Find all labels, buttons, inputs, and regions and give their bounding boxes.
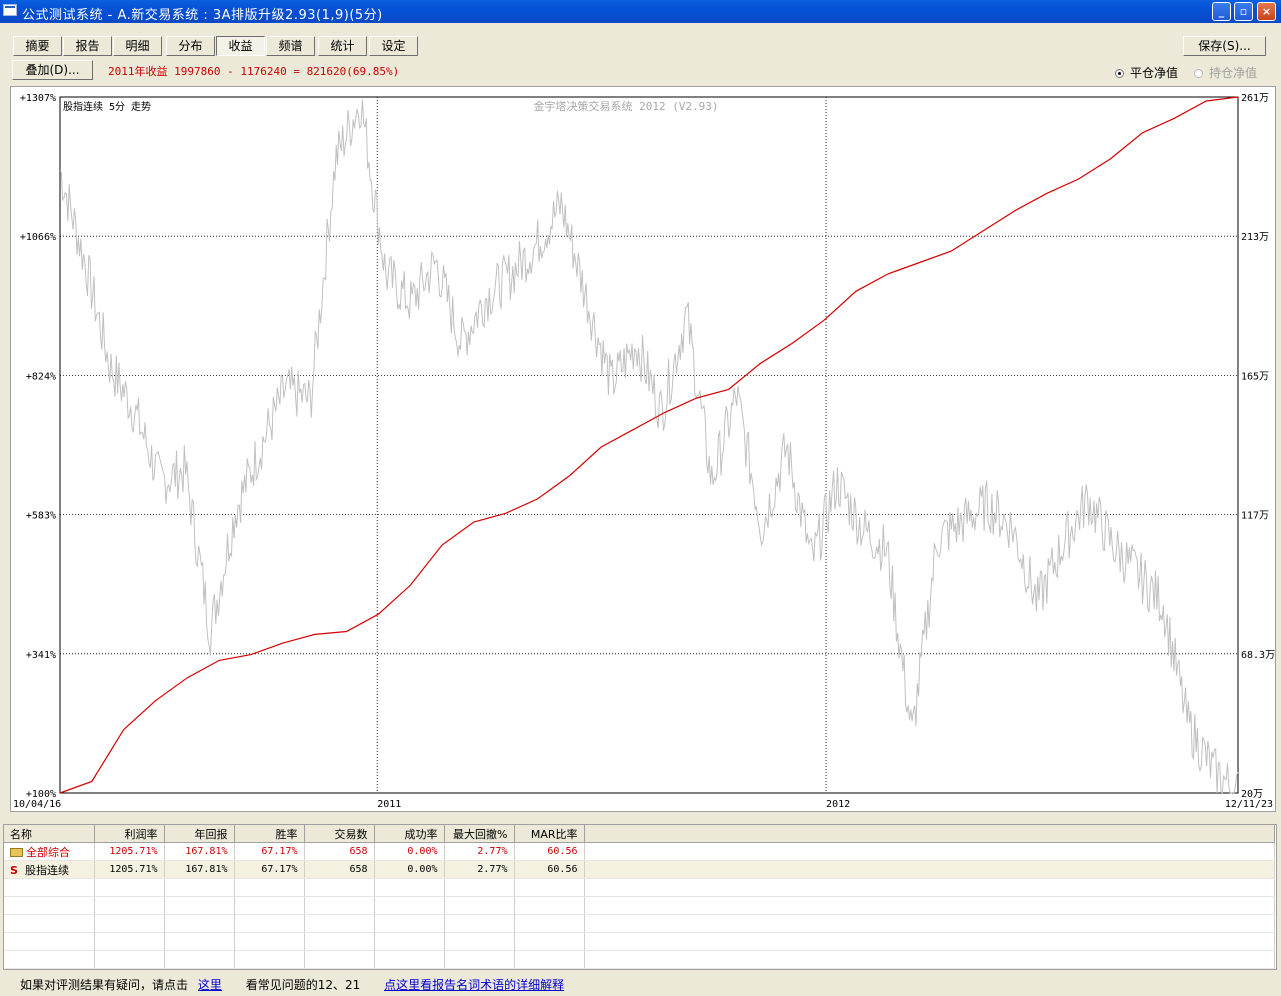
table-cell: 1205.71% (94, 860, 165, 879)
window-title: 公式测试系统 - A.新交易系统 : 3A排版升级2.93(1,9)(5分) (22, 8, 383, 23)
title-bar: 公式测试系统 - A.新交易系统 : 3A排版升级2.93(1,9)(5分) _… (0, 0, 1281, 23)
column-header[interactable]: MAR比率 (514, 825, 585, 843)
footer-middle: 看常见问题的12、21 (245, 978, 361, 992)
row-name: 全部综合 (26, 845, 70, 859)
close-button[interactable]: × (1257, 2, 1276, 21)
row-name-cell: 全部综合 (4, 842, 95, 861)
footer-prefix: 如果对评测结果有疑问，请点击 (20, 978, 189, 992)
faq-link[interactable]: 这里 (198, 978, 222, 992)
empty-row (4, 968, 1275, 969)
table-cell: 0.00% (374, 860, 445, 879)
table-cell: 167.81% (164, 842, 235, 861)
x-tick-label: 2012 (826, 799, 850, 810)
empty-row (4, 896, 1275, 915)
save-button[interactable]: 保存(S)... (1183, 36, 1266, 56)
folder-icon (10, 847, 23, 857)
column-header[interactable]: 利润率 (94, 825, 165, 843)
y-tick-right: 165万 (1241, 371, 1269, 382)
radio-flat-label: 平仓净值 (1130, 66, 1179, 80)
radio-flat-equity[interactable]: 平仓净值 (1115, 64, 1178, 81)
y-tick-right: 261万 (1241, 93, 1269, 104)
table-cell: 2.77% (444, 842, 515, 861)
row-name: 股指连续 (25, 863, 69, 877)
table-row[interactable]: 全部综合 1205.71% 167.81% 67.17% 658 0.00% 2.77% 60… (4, 842, 1275, 861)
underlay-label: 股指连续 5分 走势 (63, 100, 151, 113)
table-cell: 0.00% (374, 842, 445, 861)
overlay-button[interactable]: 叠加(D)... (12, 60, 93, 80)
x-tick-label: 10/04/16 (13, 799, 61, 810)
table-cell: 167.81% (164, 860, 235, 879)
equity-chart[interactable]: +1307% 261万 +1066% 213万 +824% 165万 +583% 117万 +3… (10, 86, 1276, 812)
column-header[interactable]: 成功率 (374, 825, 445, 843)
help-footer: 如果对评测结果有疑问，请点击 这里 看常见问题的12、21 点这里看报告名词术语… (20, 976, 564, 993)
y-tick-left: +341% (26, 650, 56, 661)
table-cell: 60.56 (514, 842, 585, 861)
chart-title: 金宇塔决策交易系统 2012 (V2.93) (533, 99, 718, 113)
maximize-button[interactable]: ▫ (1234, 2, 1253, 21)
tab-5[interactable]: 频谱 (266, 36, 315, 56)
empty-row (4, 932, 1275, 951)
x-tick-label: 12/11/23 (1225, 799, 1273, 810)
minimize-button[interactable]: _ (1212, 2, 1231, 21)
tab-4[interactable]: 收益 (216, 36, 265, 56)
plot-area (59, 96, 1239, 794)
column-header[interactable]: 最大回撤% (444, 825, 515, 843)
s-icon: S (10, 863, 18, 877)
results-table: 名称 利润率 年回报 胜率 交易数 成功率 最大回撤% MAR比率 全部综合 1205.71% 1… (3, 824, 1277, 970)
empty-row (4, 878, 1275, 897)
table-cell: 60.56 (514, 860, 585, 879)
column-header[interactable]: 年回报 (164, 825, 235, 843)
radio-selected-icon (1115, 69, 1124, 78)
table-header-row: 名称 利润率 年回报 胜率 交易数 成功率 最大回撤% MAR比率 (4, 825, 1275, 843)
radio-hold-label: 持仓净值 (1209, 66, 1258, 80)
tab-3[interactable]: 分布 (166, 36, 215, 56)
y-tick-right: 117万 (1241, 511, 1269, 522)
y-tick-right: 213万 (1241, 232, 1269, 243)
table-cell: 2.77% (444, 860, 515, 879)
table-row[interactable]: S 股指连续 1205.71% 167.81% 67.17% 658 0.00% 2.77% 6… (4, 860, 1275, 879)
table-cell: 67.17% (234, 860, 305, 879)
y-tick-left: +583% (26, 511, 56, 522)
glossary-link[interactable]: 点这里看报告名词术语的详细解释 (384, 978, 564, 992)
tab-6[interactable]: 统计 (318, 36, 367, 56)
table-cell: 67.17% (234, 842, 305, 861)
radio-hold-equity: 持仓净值 (1194, 64, 1257, 81)
column-header[interactable]: 交易数 (304, 825, 375, 843)
tab-7[interactable]: 设定 (369, 36, 418, 56)
column-header[interactable]: 胜率 (234, 825, 305, 843)
y-tick-left: +824% (26, 371, 56, 382)
table-cell: 1205.71% (94, 842, 165, 861)
table-cell: 658 (304, 842, 375, 861)
tab-1[interactable]: 报告 (63, 36, 112, 56)
column-header[interactable]: 名称 (4, 825, 95, 843)
year-summary: 2011年收益 1997860 - 1176240 = 821620(69.85… (108, 65, 400, 78)
empty-row (4, 914, 1275, 933)
x-tick-label: 2011 (377, 799, 401, 810)
radio-empty-icon (1194, 69, 1203, 78)
chart-svg: +1307% 261万 +1066% 213万 +824% 165万 +583% 117万 +3… (13, 93, 1275, 810)
tab-2[interactable]: 明细 (113, 36, 162, 56)
tab-0[interactable]: 摘要 (13, 36, 62, 56)
table-cell: 658 (304, 860, 375, 879)
row-name-cell: S 股指连续 (4, 860, 95, 879)
y-tick-left: +1307% (20, 93, 56, 104)
y-tick-left: +1066% (20, 232, 56, 243)
app-icon (3, 4, 17, 16)
y-tick-right: 68.3万 (1241, 650, 1275, 661)
empty-row (4, 950, 1275, 969)
